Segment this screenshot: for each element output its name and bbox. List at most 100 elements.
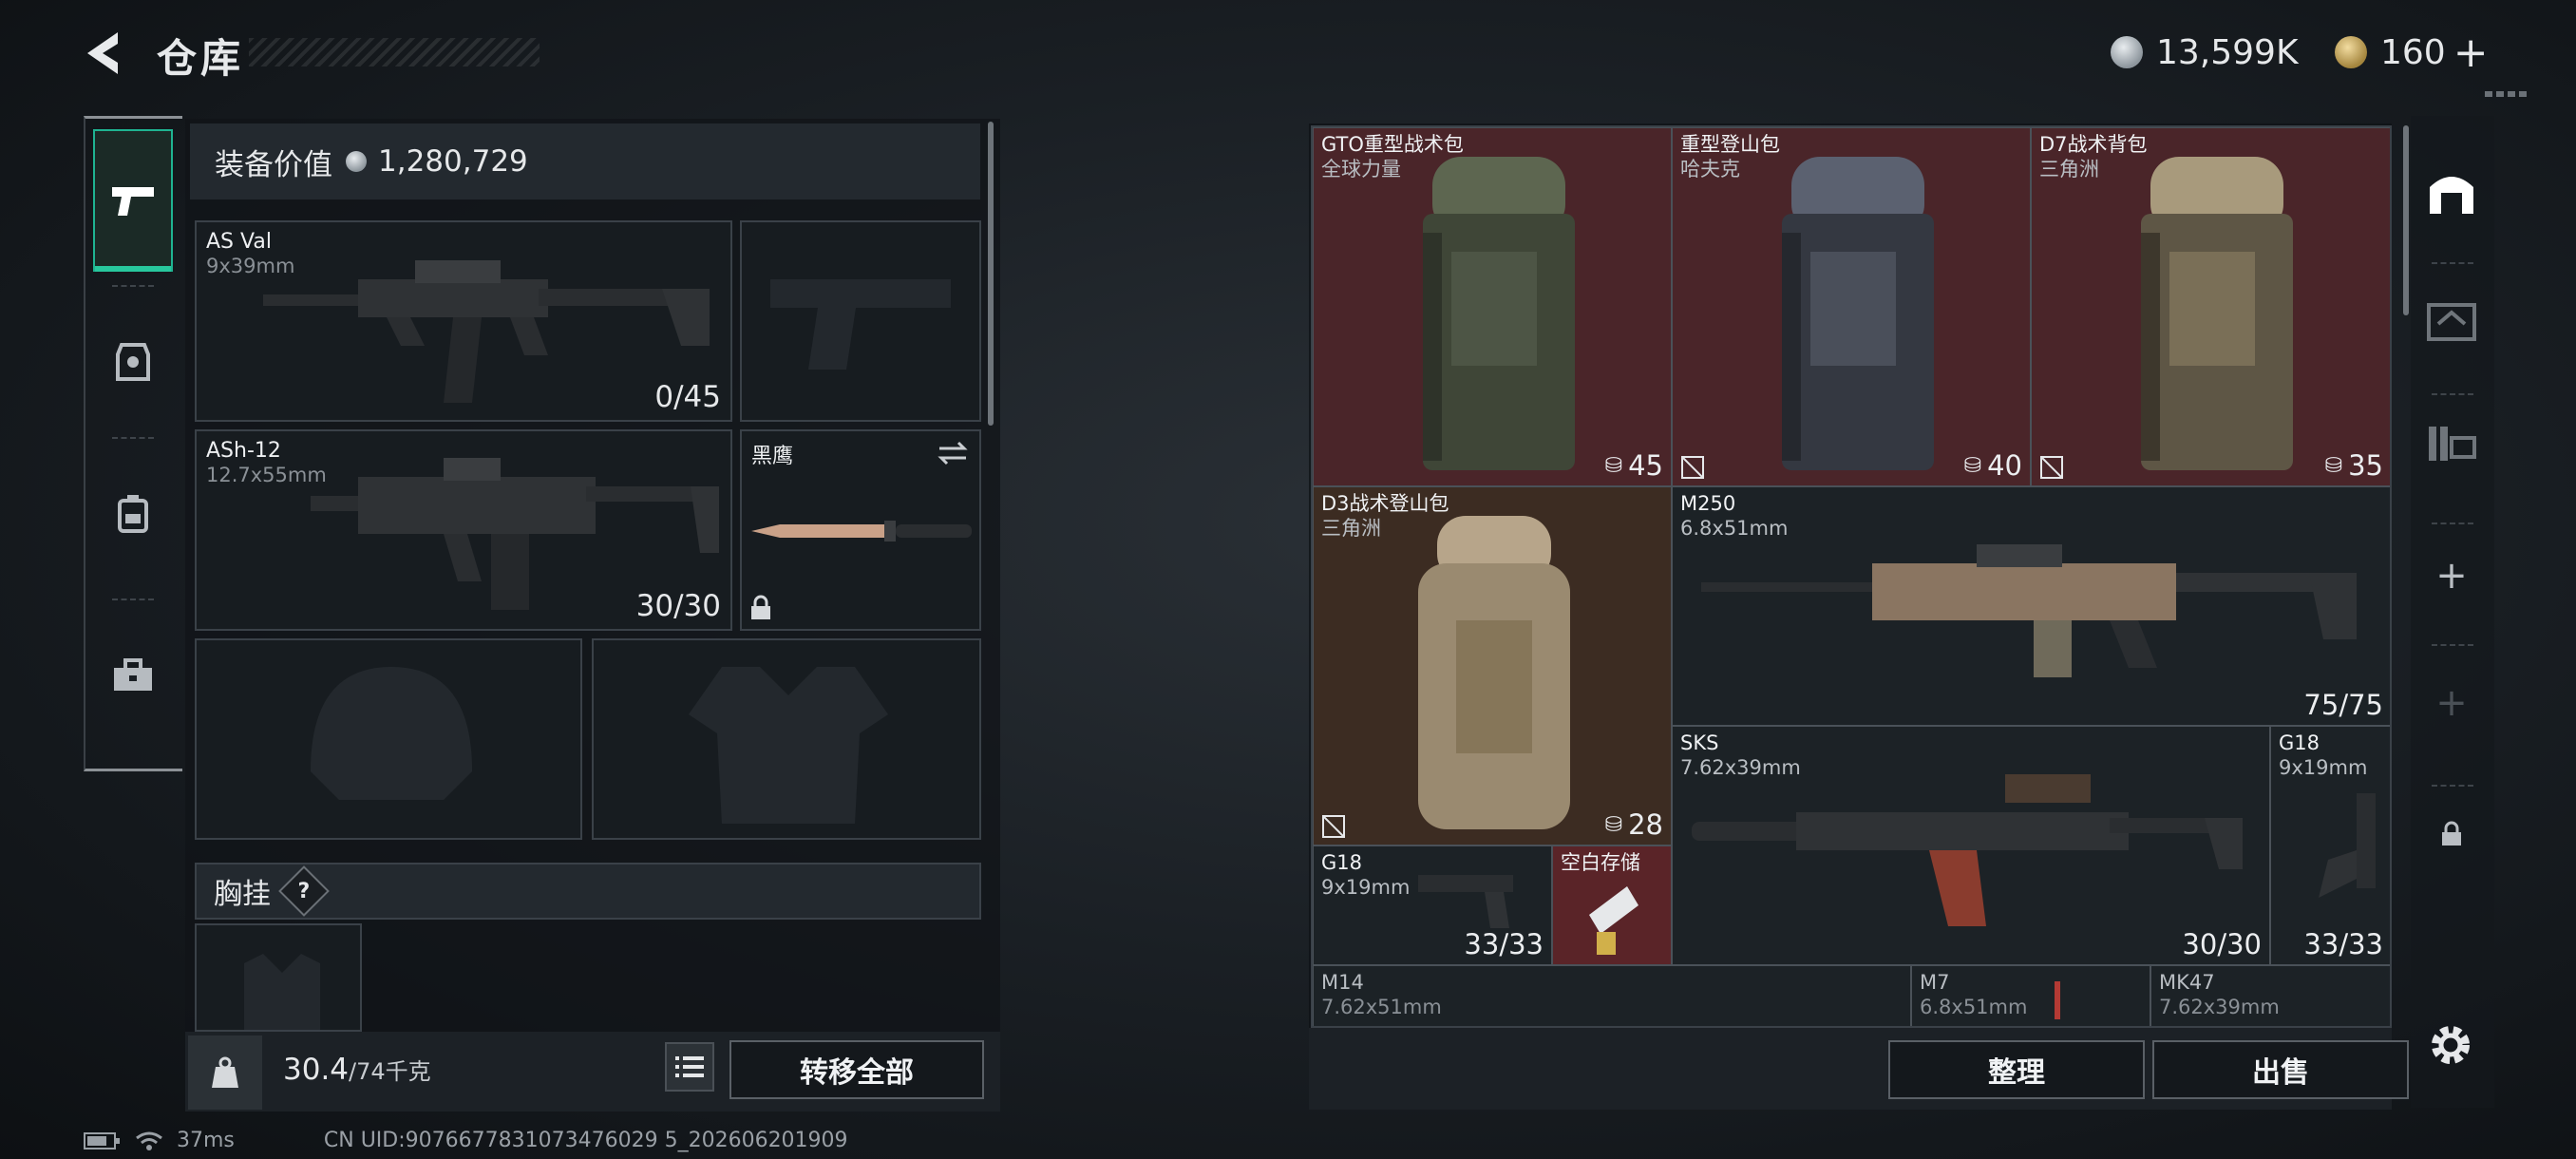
list-icon	[675, 1056, 704, 1077]
no-insurance-icon	[2040, 456, 2063, 479]
backpack-image	[1782, 157, 1934, 470]
stash-item[interactable]: D7战术背包 三角洲 ⛁ 35	[2031, 127, 2390, 486]
sort-button[interactable]: 整理	[1888, 1040, 2145, 1099]
pistol-image	[2319, 793, 2376, 898]
gun-rack-icon	[2429, 427, 2476, 461]
primary-weapon-ammo: 0/45	[654, 380, 721, 414]
warehouse-icon	[2430, 177, 2473, 214]
tab-separator	[2432, 522, 2473, 524]
stash-item[interactable]: D3战术登山包 三角洲 ⛁ 28	[1313, 486, 1672, 846]
nav-toolkit[interactable]	[93, 604, 173, 747]
add-stash-tab-button-disabled[interactable]: +	[2413, 665, 2491, 741]
title-decoration	[249, 38, 540, 66]
tab-separator	[2432, 393, 2473, 395]
lock-icon	[751, 595, 770, 619]
stash-item[interactable]: GTO重型战术包 全球力量 ⛁ 45	[1313, 127, 1672, 486]
plus-icon: +	[2435, 554, 2468, 598]
melee-slot[interactable]: 黑鹰	[740, 429, 981, 631]
current-weight: 30.4	[283, 1053, 350, 1087]
sell-button[interactable]: 出售	[2152, 1040, 2409, 1099]
nav-separator	[112, 598, 154, 600]
secondary-weapon-caliber: 12.7x55mm	[206, 464, 327, 486]
tab-main-stash[interactable]	[2413, 154, 2491, 230]
wifi-icon	[136, 1131, 162, 1150]
backpack-image	[2141, 157, 2293, 470]
rifle-image	[1692, 774, 2243, 926]
machine-gun-image	[1701, 544, 2357, 677]
plus-icon: +	[2435, 681, 2468, 725]
stash-box-icon	[2427, 303, 2476, 341]
nav-weapons[interactable]	[93, 129, 173, 272]
max-weight: /74千克	[349, 1058, 431, 1085]
toolbox-icon	[114, 658, 152, 691]
nav-separator	[112, 285, 154, 287]
helmet-slot[interactable]	[195, 638, 582, 840]
loadout-scrollbar[interactable]	[988, 122, 994, 426]
rifle-image	[263, 260, 710, 403]
tab-separator	[2432, 785, 2473, 787]
pistol-icon	[112, 187, 154, 216]
secondary-weapon-ammo: 30/30	[635, 589, 721, 623]
nav-backpack[interactable]	[93, 443, 173, 585]
pistol-placeholder-icon	[770, 279, 951, 370]
secondary-weapon-slot[interactable]: ASh-12 12.7x55mm 30/30	[195, 429, 732, 631]
add-stash-tab-button[interactable]: +	[2413, 538, 2491, 614]
chest-rig-label: 胸挂	[214, 878, 271, 911]
help-icon[interactable]: ?	[278, 865, 330, 917]
backpack-image	[1418, 516, 1570, 829]
chest-rig-slot[interactable]	[195, 923, 362, 1032]
gold-coin-icon	[2335, 36, 2367, 68]
body-armor-slot[interactable]	[592, 638, 981, 840]
equipment-value: 1,280,729	[378, 144, 528, 179]
gold-amount: 160	[2380, 32, 2446, 72]
stash-item[interactable]: M14 7.62x51mm	[1313, 965, 1911, 1026]
status-bar: 37ms CN UID:9076677831073476029 5_202606…	[84, 1129, 848, 1152]
backpack-icon	[118, 495, 148, 533]
tab-stash-2[interactable]	[2413, 281, 2491, 357]
stash-item[interactable]: SKS 7.62x39mm 30/30	[1672, 726, 2270, 965]
stash-item[interactable]: G18 9x19mm 33/33	[2270, 726, 2390, 965]
stash-item[interactable]: M250 6.8x51mm 75/75	[1672, 486, 2390, 726]
sidearm-slot[interactable]	[740, 220, 981, 422]
stash-item[interactable]: 空白存储	[1552, 846, 1672, 965]
transfer-all-button[interactable]: 转移全部	[729, 1040, 984, 1099]
stash-scrollbar[interactable]	[2403, 125, 2409, 315]
ping-value: 37ms	[177, 1129, 235, 1152]
add-currency-button[interactable]: +	[2453, 28, 2489, 77]
battery-icon	[84, 1131, 120, 1150]
knife-image	[751, 521, 972, 542]
tab-stash-3[interactable]	[2413, 405, 2491, 481]
silver-currency[interactable]: 13,599K	[2111, 27, 2299, 78]
armor-icon	[116, 343, 150, 381]
backpack-image	[1423, 157, 1575, 470]
gold-currency[interactable]: 160 +	[2335, 27, 2489, 78]
equipment-value-label: 装备价值	[215, 147, 332, 182]
stash-item[interactable]: M7 6.8x51mm	[1911, 965, 2150, 1026]
pistol-image	[1418, 875, 1513, 928]
silver-coin-icon	[346, 151, 367, 172]
nav-armor[interactable]	[93, 291, 173, 433]
nav-separator	[112, 437, 154, 439]
no-insurance-icon	[1322, 815, 1345, 838]
list-view-button[interactable]	[665, 1042, 714, 1092]
header-decoration	[2485, 91, 2530, 97]
stash-item[interactable]: G18 9x19mm 33/33	[1313, 846, 1552, 965]
stash-item[interactable]: MK47 7.62x39mm	[2150, 965, 2390, 1026]
back-arrow-icon[interactable]	[80, 27, 133, 80]
chest-rig-header: 胸挂 ?	[195, 863, 981, 920]
silver-coin-icon	[2111, 36, 2143, 68]
no-insurance-icon	[1681, 456, 1704, 479]
tab-separator	[2432, 262, 2473, 264]
helmet-placeholder-icon	[311, 667, 472, 800]
weight-icon	[188, 1036, 262, 1110]
stash-item[interactable]: 重型登山包 哈夫克 ⛁ 40	[1672, 127, 2031, 486]
locked-stash-tab[interactable]	[2413, 796, 2491, 872]
equipment-value-row: 装备价值 1,280,729	[190, 124, 980, 200]
swap-icon[interactable]	[936, 439, 970, 467]
silver-amount: 13,599K	[2156, 32, 2299, 72]
lock-icon	[2442, 821, 2461, 846]
armor-placeholder-icon	[689, 667, 888, 824]
primary-weapon-slot[interactable]: AS Val 9x39mm 0/45	[195, 220, 732, 422]
melee-name: 黑鹰	[751, 445, 794, 468]
settings-gear-icon[interactable]	[2422, 1016, 2479, 1074]
